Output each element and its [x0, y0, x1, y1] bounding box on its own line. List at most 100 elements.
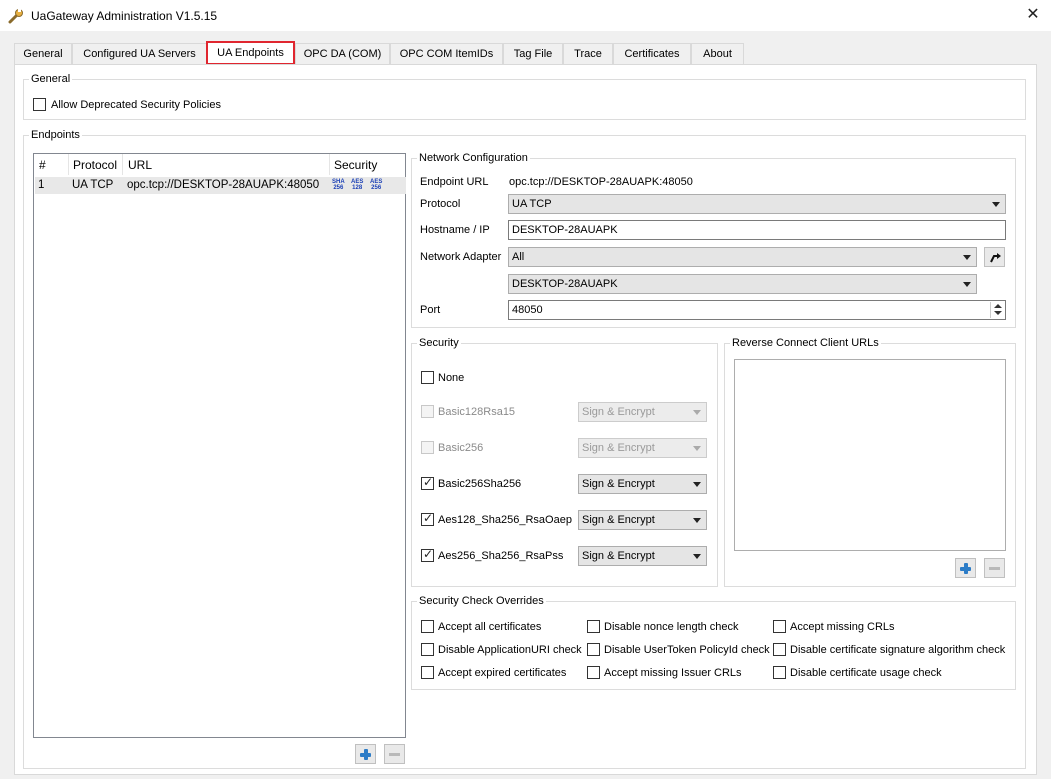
- policy-aes256-mode-select[interactable]: Sign & Encrypt: [578, 546, 707, 566]
- chevron-down-icon: [693, 446, 701, 451]
- window-title: UaGateway Administration V1.5.15: [31, 9, 218, 23]
- tab-certificates[interactable]: Certificates: [613, 43, 691, 65]
- policy-aes256-checkbox[interactable]: ✓: [421, 547, 434, 562]
- remove-reverse-url-button[interactable]: [984, 558, 1005, 578]
- override-expired-certs-checkbox[interactable]: [421, 666, 434, 679]
- protocol-select[interactable]: UA TCP: [508, 194, 1006, 214]
- policy-none-checkbox[interactable]: [421, 371, 434, 384]
- network-adapter-label: Network Adapter: [420, 251, 502, 263]
- tab-about[interactable]: About: [691, 43, 744, 65]
- reverse-connect-url-list[interactable]: [734, 359, 1006, 551]
- override-nonce-length-checkbox[interactable]: [587, 620, 600, 633]
- security-group-label: Security: [417, 337, 461, 349]
- override-accept-all-certs-checkbox[interactable]: [421, 620, 434, 633]
- policy-basic256-checkbox[interactable]: [421, 441, 434, 454]
- chevron-down-icon: [963, 282, 971, 287]
- table-row[interactable]: 1 UA TCP opc.tcp://DESKTOP-28AUAPK:48050…: [35, 177, 406, 194]
- override-missing-issuer-crls-label: Accept missing Issuer CRLs: [604, 667, 742, 679]
- endpoint-url-label: Endpoint URL: [420, 176, 489, 188]
- chevron-down-icon: [693, 554, 701, 559]
- allow-deprecated-label: Allow Deprecated Security Policies: [51, 99, 221, 111]
- override-usertoken-policyid-checkbox[interactable]: [587, 643, 600, 656]
- close-icon[interactable]: ✕: [1019, 4, 1047, 26]
- hostname-label: Hostname / IP: [420, 224, 490, 236]
- column-header-protocol[interactable]: Protocol: [73, 158, 117, 172]
- policy-basic256sha256-checkbox[interactable]: ✓: [421, 475, 434, 490]
- tab-general[interactable]: General: [14, 43, 72, 65]
- policy-aes128-mode-select[interactable]: Sign & Encrypt: [578, 510, 707, 530]
- policy-basic128rsa15-mode-select[interactable]: Sign & Encrypt: [578, 402, 707, 422]
- column-header-index[interactable]: #: [39, 158, 46, 172]
- column-header-url[interactable]: URL: [128, 158, 152, 172]
- policy-basic256sha256-mode-select[interactable]: Sign & Encrypt: [578, 474, 707, 494]
- allow-deprecated-checkbox[interactable]: [33, 98, 46, 111]
- apply-adapter-button[interactable]: [984, 247, 1005, 267]
- override-signature-algorithm-label: Disable certificate signature algorithm …: [790, 644, 1006, 656]
- remove-endpoint-button[interactable]: [384, 744, 405, 764]
- security-badge-sha256: SHA 256: [332, 179, 345, 191]
- policy-aes256-label: Aes256_Sha256_RsaPss: [438, 550, 564, 562]
- policy-basic256-mode-select[interactable]: Sign & Encrypt: [578, 438, 707, 458]
- tab-tag-file[interactable]: Tag File: [503, 43, 563, 65]
- column-header-security[interactable]: Security: [334, 158, 377, 172]
- override-accept-all-certs-label: Accept all certificates: [438, 621, 542, 633]
- row-index: 1: [38, 179, 45, 191]
- reverse-connect-label: Reverse Connect Client URLs: [730, 337, 881, 349]
- endpoints-list[interactable]: # Protocol URL Security 1 UA TCP opc.tcp…: [33, 153, 406, 738]
- chevron-down-icon: [693, 410, 701, 415]
- row-protocol: UA TCP: [72, 179, 114, 191]
- tab-opc-com-itemids[interactable]: OPC COM ItemIDs: [390, 43, 503, 65]
- override-missing-crls-label: Accept missing CRLs: [790, 621, 895, 633]
- policy-none-label: None: [438, 372, 465, 384]
- override-missing-crls-checkbox[interactable]: [773, 620, 786, 633]
- policy-basic256-label: Basic256: [438, 442, 484, 454]
- override-applicationuri-checkbox[interactable]: [421, 643, 434, 656]
- check-icon: ✓: [423, 547, 434, 561]
- port-spin-buttons[interactable]: [990, 302, 1004, 318]
- security-overrides-label: Security Check Overrides: [417, 595, 546, 607]
- general-group-label: General: [29, 73, 73, 85]
- column-separator: [68, 154, 69, 175]
- chevron-up-icon[interactable]: [994, 304, 1002, 308]
- add-reverse-url-button[interactable]: [955, 558, 976, 578]
- tab-configured-ua-servers[interactable]: Configured UA Servers: [72, 43, 207, 65]
- chevron-down-icon[interactable]: [994, 311, 1002, 315]
- network-config-label: Network Configuration: [417, 152, 530, 164]
- adapter-host-select[interactable]: DESKTOP-28AUAPK: [508, 274, 977, 294]
- network-adapter-select[interactable]: All: [508, 247, 977, 267]
- check-icon: ✓: [423, 475, 434, 489]
- row-url: opc.tcp://DESKTOP-28AUAPK:48050: [127, 179, 320, 191]
- override-expired-certs-label: Accept expired certificates: [438, 667, 567, 679]
- security-badge-aes128: AES 128: [351, 179, 364, 191]
- add-endpoint-button[interactable]: [355, 744, 376, 764]
- wrench-icon: [8, 9, 23, 24]
- arrow-return-icon: [990, 253, 1001, 263]
- port-label: Port: [420, 304, 441, 316]
- override-usertoken-policyid-label: Disable UserToken PolicyId check: [604, 644, 770, 656]
- tab-trace[interactable]: Trace: [563, 43, 613, 65]
- policy-aes128-checkbox[interactable]: ✓: [421, 511, 434, 526]
- policy-aes128-label: Aes128_Sha256_RsaOaep: [438, 514, 572, 526]
- override-applicationuri-label: Disable ApplicationURI check: [438, 644, 582, 656]
- override-cert-usage-checkbox[interactable]: [773, 666, 786, 679]
- policy-basic128rsa15-checkbox[interactable]: [421, 405, 434, 418]
- column-separator: [329, 154, 330, 175]
- policy-basic256sha256-label: Basic256Sha256: [438, 478, 522, 490]
- security-badge-aes256: AES 256: [370, 179, 383, 191]
- hostname-input[interactable]: DESKTOP-28AUAPK: [508, 220, 1006, 240]
- tab-opc-da-com[interactable]: OPC DA (COM): [295, 43, 390, 65]
- protocol-label: Protocol: [420, 198, 461, 210]
- override-missing-issuer-crls-checkbox[interactable]: [587, 666, 600, 679]
- check-icon: ✓: [423, 511, 434, 525]
- endpoints-group-label: Endpoints: [29, 129, 82, 141]
- chevron-down-icon: [693, 518, 701, 523]
- chevron-down-icon: [992, 202, 1000, 207]
- override-signature-algorithm-checkbox[interactable]: [773, 643, 786, 656]
- endpoint-url-value: opc.tcp://DESKTOP-28AUAPK:48050: [509, 176, 693, 188]
- chevron-down-icon: [693, 482, 701, 487]
- tab-ua-endpoints[interactable]: UA Endpoints: [206, 41, 295, 65]
- policy-basic128rsa15-label: Basic128Rsa15: [438, 406, 516, 418]
- override-nonce-length-label: Disable nonce length check: [604, 621, 739, 633]
- port-stepper[interactable]: 48050: [508, 300, 1006, 320]
- override-cert-usage-label: Disable certificate usage check: [790, 667, 942, 679]
